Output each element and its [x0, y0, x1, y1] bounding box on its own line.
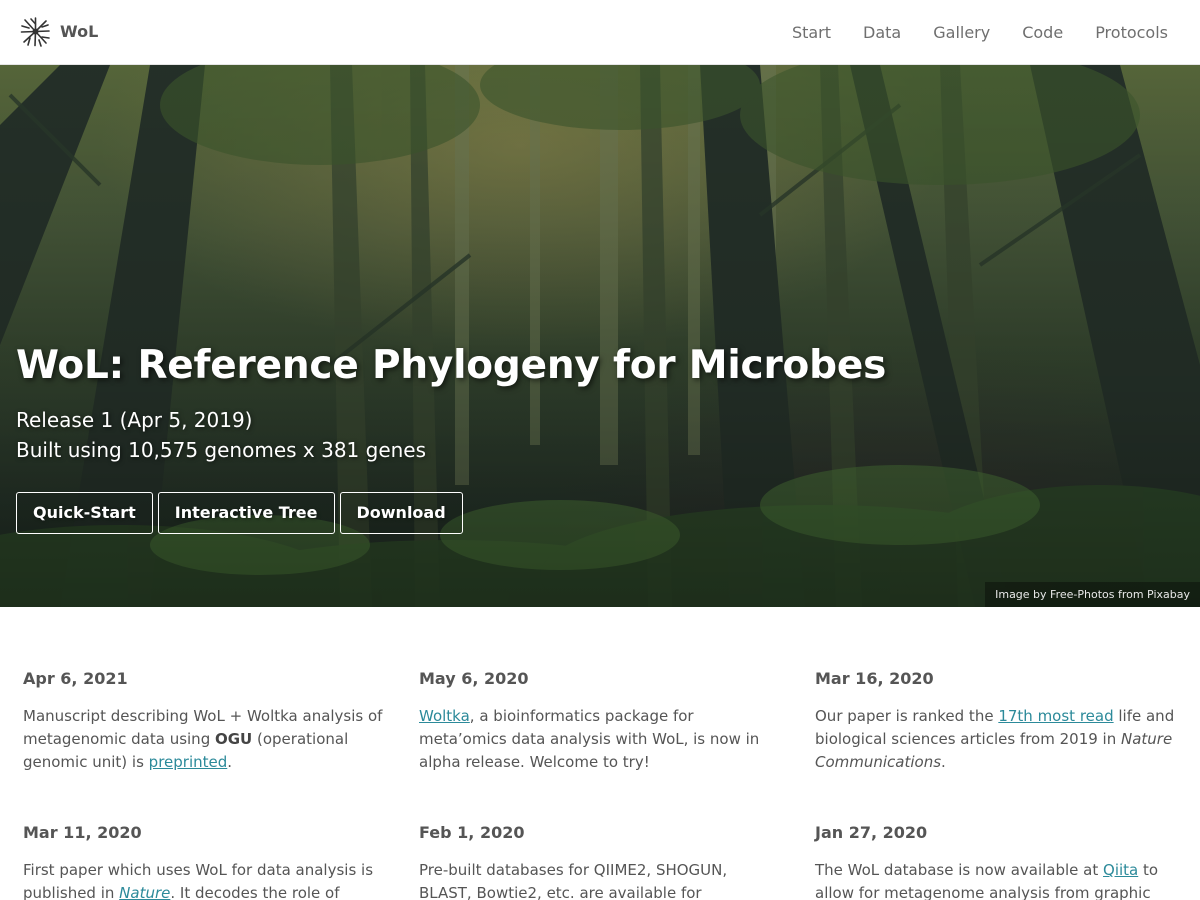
news-text: Manuscript describing WoL + Woltka analy…	[23, 705, 383, 774]
page-title: WoL: Reference Phylogeny for Microbes	[16, 343, 887, 388]
site-header: WoL Start Data Gallery Code Protocols	[0, 0, 1200, 65]
news-item: Feb 1, 2020 Pre-built databases for QIIM…	[419, 823, 779, 900]
tree-logo-icon	[20, 17, 50, 47]
news-text-part: Our paper is ranked the	[815, 707, 999, 725]
news-text-part: .	[941, 753, 946, 771]
download-button[interactable]: Download	[339, 492, 463, 534]
quick-start-button[interactable]: Quick-Start	[16, 492, 153, 534]
news-text: Pre-built databases for QIIME2, SHOGUN, …	[419, 859, 779, 900]
news-item: May 6, 2020 Woltka, a bioinformatics pac…	[419, 669, 779, 774]
preprint-link[interactable]: preprinted	[149, 753, 228, 771]
qiita-link[interactable]: Qiita	[1103, 861, 1138, 879]
news-text-part: Pre-built databases for QIIME2, SHOGUN, …	[419, 861, 728, 900]
news-text: Woltka, a bioinformatics package for met…	[419, 705, 779, 774]
news-text: Our paper is ranked the 17th most read l…	[815, 705, 1175, 774]
news-text-part: The WoL database is now available at	[815, 861, 1104, 879]
news-text-part: , a bioinformatics package for meta’omic…	[419, 707, 760, 771]
brand-link[interactable]: WoL	[20, 16, 98, 47]
news-text: The WoL database is now available at Qii…	[815, 859, 1175, 900]
nav-start[interactable]: Start	[792, 23, 831, 42]
nav-gallery[interactable]: Gallery	[933, 23, 990, 42]
nav-protocols[interactable]: Protocols	[1095, 23, 1168, 42]
build-info: Built using 10,575 genomes x 381 genes	[16, 438, 427, 462]
nav-data[interactable]: Data	[863, 23, 901, 42]
image-credit: Image by Free-Photos from Pixabay	[985, 582, 1200, 607]
interactive-tree-button[interactable]: Interactive Tree	[157, 492, 335, 534]
most-read-link[interactable]: 17th most read	[998, 707, 1113, 725]
news-item: Mar 16, 2020 Our paper is ranked the 17t…	[815, 669, 1175, 774]
news-text-part: .	[227, 753, 233, 771]
news-date: Jan 27, 2020	[815, 823, 928, 842]
news-date: Feb 1, 2020	[419, 823, 525, 842]
news-date: Mar 16, 2020	[815, 669, 934, 688]
brand-name: WoL	[60, 22, 99, 41]
news-item: Mar 11, 2020 First paper which uses WoL …	[23, 823, 383, 900]
hero-button-group: Quick-Start Interactive Tree Download	[16, 492, 468, 534]
news-bold-term: OGU	[214, 730, 253, 748]
nav-code[interactable]: Code	[1022, 23, 1063, 42]
release-info: Release 1 (Apr 5, 2019)	[16, 408, 253, 432]
news-date: Apr 6, 2021	[23, 669, 128, 688]
news-item: Jan 27, 2020 The WoL database is now ava…	[815, 823, 1175, 900]
main-nav: Start Data Gallery Code Protocols	[792, 0, 1168, 64]
hero-banner: WoL: Reference Phylogeny for Microbes Re…	[0, 65, 1200, 607]
news-text-part: . It decodes the role of	[170, 884, 340, 900]
news-date: May 6, 2020	[419, 669, 529, 688]
woltka-link[interactable]: Woltka	[419, 707, 470, 725]
nature-link[interactable]: Nature	[119, 884, 170, 900]
news-date: Mar 11, 2020	[23, 823, 142, 842]
news-text: First paper which uses WoL for data anal…	[23, 859, 383, 900]
news-item: Apr 6, 2021 Manuscript describing WoL + …	[23, 669, 383, 774]
